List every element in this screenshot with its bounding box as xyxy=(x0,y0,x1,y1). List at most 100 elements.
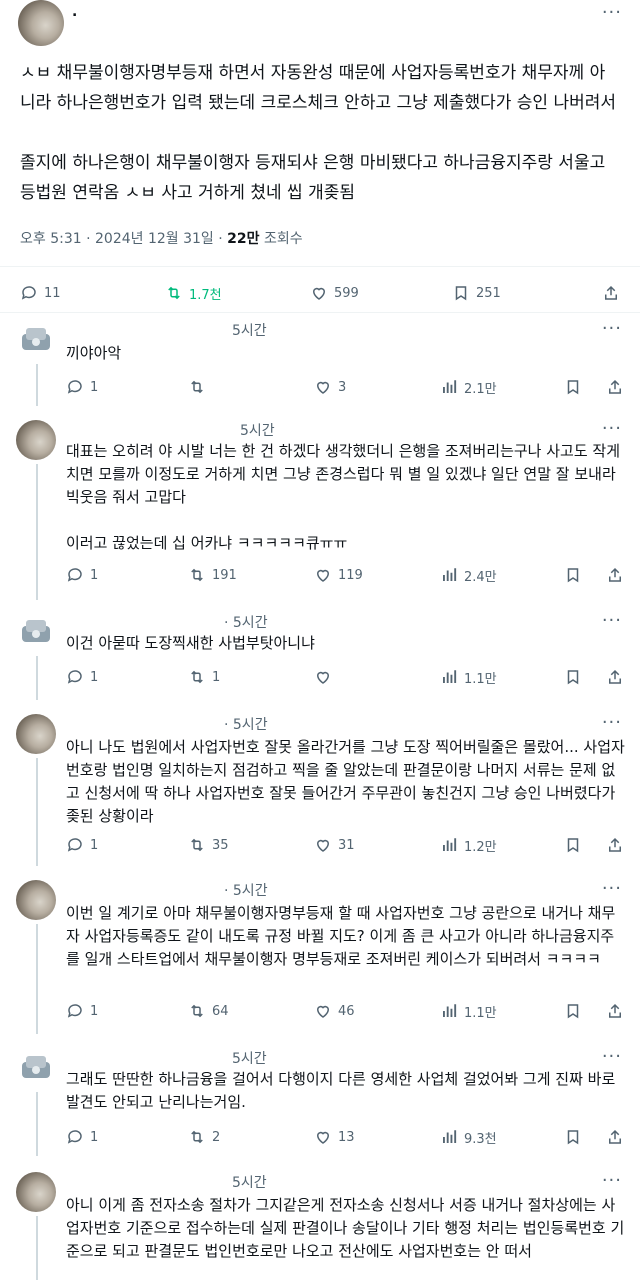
reply-button[interactable]: 1 xyxy=(66,834,98,856)
main-tweet-views[interactable]: 22만 xyxy=(227,231,259,247)
reply-more-icon[interactable]: ··· xyxy=(602,712,622,733)
main-share-button[interactable] xyxy=(602,282,620,304)
views-icon xyxy=(443,1004,457,1017)
reply-time[interactable]: 5시간 xyxy=(232,1048,267,1068)
reply-button[interactable]: 1 xyxy=(66,666,98,688)
retweet-icon xyxy=(191,670,203,684)
like-count: 31 xyxy=(338,837,355,853)
bookmark-button[interactable] xyxy=(564,1000,582,1022)
views-button[interactable]: 2.4만 xyxy=(440,564,497,586)
reply-actions: 1 2 13 9.3천 xyxy=(66,1126,624,1148)
main-tweet-body: ㅅㅂ 채무불이행자명부등재 하면서 자동완성 때문에 사업자등록번호가 채무자께… xyxy=(20,63,617,203)
share-button[interactable] xyxy=(606,1126,624,1148)
like-button[interactable]: 31 xyxy=(314,834,355,856)
reply-more-icon[interactable]: ··· xyxy=(602,1046,622,1067)
views-button[interactable]: 1.2만 xyxy=(440,834,497,856)
heart-icon xyxy=(316,1131,330,1144)
share-icon xyxy=(605,285,617,300)
reply-avatar[interactable] xyxy=(16,320,56,360)
main-more-icon[interactable]: ··· xyxy=(602,2,622,23)
reply-more-icon[interactable]: ··· xyxy=(602,610,622,631)
reply-icon xyxy=(67,380,82,394)
retweet-count: 2 xyxy=(212,1129,221,1145)
retweet-button[interactable]: 191 xyxy=(188,564,237,586)
reply-avatar[interactable] xyxy=(16,420,56,460)
reply-more-icon[interactable]: ··· xyxy=(602,318,622,339)
views-button[interactable]: 9.3천 xyxy=(440,1126,497,1148)
reply-avatar[interactable] xyxy=(16,1172,56,1212)
like-button[interactable]: 13 xyxy=(314,1126,355,1148)
reply-actions: 1 64 46 1.1만 xyxy=(66,1000,624,1022)
reply-more-icon[interactable]: ··· xyxy=(602,418,622,439)
reply-button[interactable]: 1 xyxy=(66,564,98,586)
reply-time[interactable]: 5시간 xyxy=(232,1172,267,1192)
main-actions: 11 1.7천 599 251 xyxy=(20,282,620,304)
main-avatar[interactable] xyxy=(18,0,64,46)
main-author[interactable]: . xyxy=(72,4,77,20)
bookmark-icon xyxy=(567,670,579,685)
main-retweet-button[interactable]: 1.7천 xyxy=(165,282,222,304)
bookmark-icon xyxy=(567,1004,579,1019)
like-button[interactable]: 119 xyxy=(314,564,363,586)
retweet-button[interactable]: 1 xyxy=(188,666,220,688)
reply-avatar[interactable] xyxy=(16,714,56,754)
reply-time[interactable]: 5시간 xyxy=(232,320,267,340)
views-button[interactable]: 1.1만 xyxy=(440,666,497,688)
like-count: 46 xyxy=(338,1003,355,1019)
reply-button[interactable]: 1 xyxy=(66,1126,98,1148)
bookmark-button[interactable] xyxy=(564,376,582,398)
views-button[interactable]: 2.1만 xyxy=(440,376,497,398)
reply-time[interactable]: · 5시간 xyxy=(224,714,268,734)
like-button[interactable] xyxy=(314,666,338,688)
retweet-icon xyxy=(191,838,203,852)
views-count: 9.3천 xyxy=(464,1131,497,1147)
views-button[interactable]: 1.1만 xyxy=(440,1000,497,1022)
main-bookmark-button[interactable]: 251 xyxy=(452,282,501,304)
retweet-count: 1 xyxy=(212,669,221,685)
share-button[interactable] xyxy=(606,564,624,586)
retweet-button[interactable]: 2 xyxy=(188,1126,220,1148)
retweet-button[interactable]: 64 xyxy=(188,1000,229,1022)
heart-icon xyxy=(316,839,330,852)
share-button[interactable] xyxy=(606,376,624,398)
reply-avatar[interactable] xyxy=(16,880,56,920)
reply-actions: 1 191 119 2.4만 xyxy=(66,564,624,586)
reply-more-icon[interactable]: ··· xyxy=(602,1170,622,1191)
reply-count: 1 xyxy=(90,1129,99,1145)
main-like-count: 599 xyxy=(334,285,359,301)
retweet-button[interactable] xyxy=(188,376,212,398)
retweet-button[interactable]: 35 xyxy=(188,834,229,856)
reply-time[interactable]: · 5시간 xyxy=(224,612,268,632)
bookmark-icon xyxy=(567,838,579,853)
bookmark-button[interactable] xyxy=(564,1126,582,1148)
retweet-icon xyxy=(191,1130,203,1144)
reply-actions: 1 35 31 1.2만 xyxy=(66,834,624,856)
bookmark-button[interactable] xyxy=(564,834,582,856)
main-tweet-time[interactable]: 오후 5:31 · 2024년 12월 31일 · xyxy=(20,231,227,247)
thread-line xyxy=(36,464,38,600)
main-like-button[interactable]: 599 xyxy=(310,282,359,304)
share-button[interactable] xyxy=(606,666,624,688)
like-button[interactable]: 46 xyxy=(314,1000,355,1022)
reply-body: 이건 아묻따 도장찍새한 사법부탓아니냐 xyxy=(66,634,315,652)
reply-avatar[interactable] xyxy=(16,1048,56,1088)
reply-button[interactable]: 1 xyxy=(66,1000,98,1022)
retweet-count: 35 xyxy=(212,837,229,853)
reply-button[interactable]: 1 xyxy=(66,376,98,398)
bookmark-icon xyxy=(455,286,467,301)
reply-more-icon[interactable]: ··· xyxy=(602,878,622,899)
views-icon xyxy=(443,380,457,393)
bookmark-icon xyxy=(567,1130,579,1145)
reply-avatar[interactable] xyxy=(16,612,56,652)
reply-time[interactable]: 5시간 xyxy=(240,420,275,440)
bookmark-button[interactable] xyxy=(564,666,582,688)
divider xyxy=(0,266,640,267)
bookmark-icon xyxy=(567,380,579,395)
reply-time[interactable]: · 5시간 xyxy=(224,880,268,900)
bookmark-button[interactable] xyxy=(564,564,582,586)
main-reply-button[interactable]: 11 xyxy=(20,282,61,304)
share-button[interactable] xyxy=(606,1000,624,1022)
like-button[interactable]: 3 xyxy=(314,376,346,398)
reply-body: 이번 일 계기로 아마 채무불이행자명부등재 할 때 사업자번호 그냥 공란으로… xyxy=(66,904,616,968)
share-button[interactable] xyxy=(606,834,624,856)
